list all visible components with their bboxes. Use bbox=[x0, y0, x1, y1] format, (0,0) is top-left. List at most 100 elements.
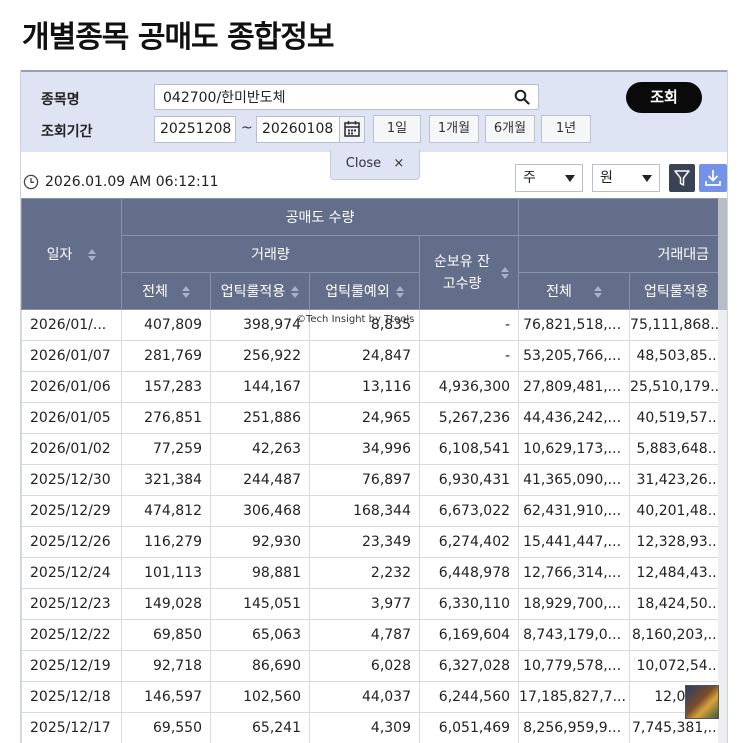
stock-search-input[interactable] bbox=[155, 85, 495, 109]
header-date[interactable]: 일자 bbox=[21, 198, 122, 310]
header-trade-value: 거래대금 bbox=[518, 235, 727, 273]
value-total-cell: 12,766,314,... bbox=[518, 557, 631, 589]
close-panel-button[interactable]: Close × bbox=[330, 150, 420, 180]
volume-total-cell: 157,283 bbox=[121, 371, 211, 403]
value-uptick-applied-cell: 40,519,57... bbox=[629, 402, 727, 434]
search-icon[interactable] bbox=[514, 89, 530, 105]
period-1year-button[interactable]: 1년 bbox=[541, 115, 591, 143]
avatar bbox=[685, 685, 719, 719]
value-total-cell: 17,185,827,7... bbox=[518, 681, 631, 713]
header-volume-total[interactable]: 전체 bbox=[121, 272, 211, 310]
date-cell: 2026/01/... bbox=[21, 309, 122, 341]
volume-uptick-applied-cell: 145,051 bbox=[210, 588, 310, 620]
table-row[interactable]: 2025/12/30 321,384 244,487 76,897 6,930,431 4… bbox=[21, 464, 727, 496]
date-cell: 2026/01/06 bbox=[21, 371, 122, 403]
end-date-input[interactable]: 20260108 bbox=[256, 116, 340, 143]
volume-total-cell: 149,028 bbox=[121, 588, 211, 620]
stock-name-label: 종목명 bbox=[41, 92, 80, 108]
table-row[interactable]: 2025/12/17 69,550 65,241 4,309 6,051,469 8,25… bbox=[21, 712, 727, 743]
sort-icon bbox=[88, 249, 97, 261]
value-uptick-applied-cell: 5,883,648... bbox=[629, 433, 727, 465]
filter-icon bbox=[674, 170, 690, 186]
volume-total-cell: 474,812 bbox=[121, 495, 211, 527]
volume-uptick-exempt-cell: 13,116 bbox=[309, 371, 420, 403]
date-cell: 2025/12/23 bbox=[21, 588, 122, 620]
header-blank bbox=[518, 198, 727, 236]
value-total-cell: 8,256,959,9... bbox=[518, 712, 631, 743]
download-button[interactable] bbox=[699, 164, 727, 192]
table-row[interactable]: 2026/01/02 77,259 42,263 34,996 6,108,541 10,… bbox=[21, 433, 727, 465]
volume-uptick-applied-cell: 256,922 bbox=[210, 340, 310, 372]
volume-uptick-applied-cell: 65,241 bbox=[210, 712, 310, 743]
net-balance-cell: 6,330,110 bbox=[418, 588, 520, 620]
table-row[interactable]: 2025/12/26 116,279 92,930 23,349 6,274,402 15… bbox=[21, 526, 727, 558]
period-1month-button[interactable]: 1개월 bbox=[429, 115, 479, 143]
value-total-cell: 10,629,173,... bbox=[518, 433, 631, 465]
net-balance-cell: 6,673,022 bbox=[418, 495, 520, 527]
header-value-uptick-applied[interactable]: 업틱룰적용 bbox=[629, 272, 727, 310]
sort-icon bbox=[593, 286, 602, 298]
value-total-cell: 15,441,447,... bbox=[518, 526, 631, 558]
volume-uptick-applied-cell: 398,974 bbox=[210, 309, 310, 341]
volume-uptick-applied-cell: 251,886 bbox=[210, 402, 310, 434]
volume-total-cell: 146,597 bbox=[121, 681, 211, 713]
table-row[interactable]: 2025/12/23 149,028 145,051 3,977 6,330,110 18… bbox=[21, 588, 727, 620]
currency-select-value: 원 bbox=[600, 170, 613, 186]
header-value-total[interactable]: 전체 bbox=[518, 272, 631, 310]
table-row[interactable]: 2026/01/06 157,283 144,167 13,116 4,936,300 2… bbox=[21, 371, 727, 403]
calendar-icon bbox=[344, 121, 360, 137]
filter-button[interactable] bbox=[669, 164, 695, 192]
volume-uptick-exempt-cell: 168,344 bbox=[309, 495, 420, 527]
volume-uptick-exempt-cell: 23,349 bbox=[309, 526, 420, 558]
calendar-button[interactable] bbox=[339, 116, 365, 143]
table-row[interactable]: 2026/01/05 276,851 251,886 24,965 5,267,236 4… bbox=[21, 402, 727, 434]
vertical-scrollbar[interactable] bbox=[718, 198, 727, 743]
period-6month-button[interactable]: 6개월 bbox=[485, 115, 535, 143]
volume-uptick-exempt-cell: 24,847 bbox=[309, 340, 420, 372]
period-label: 조회기간 bbox=[41, 124, 93, 140]
table-row[interactable]: 2025/12/19 92,718 86,690 6,028 6,327,028 10,7… bbox=[21, 650, 727, 682]
table-body: 2026/01/... 407,809 398,974 8,835-76,821,51… bbox=[21, 309, 727, 743]
header-volume-uptick-exempt[interactable]: 업틱룰예외 bbox=[309, 272, 420, 310]
table-row[interactable]: 2025/12/22 69,850 65,063 4,787 6,169,604 8,74… bbox=[21, 619, 727, 651]
net-balance-cell: 6,930,431 bbox=[418, 464, 520, 496]
table-row[interactable]: 2025/12/29 474,812 306,468 168,344 6,673,022… bbox=[21, 495, 727, 527]
net-balance-cell: - bbox=[418, 309, 520, 341]
unit-select[interactable]: 주 bbox=[515, 164, 583, 192]
value-total-cell: 8,743,179,0... bbox=[518, 619, 631, 651]
volume-total-cell: 276,851 bbox=[121, 402, 211, 434]
table-row[interactable]: 2025/12/18 146,597 102,560 44,037 6,244,560 1… bbox=[21, 681, 727, 713]
volume-uptick-applied-cell: 98,881 bbox=[210, 557, 310, 589]
query-button[interactable]: 조회 bbox=[626, 82, 702, 113]
date-cell: 2025/12/24 bbox=[21, 557, 122, 589]
date-separator: ~ bbox=[241, 120, 253, 136]
volume-uptick-exempt-cell: 4,309 bbox=[309, 712, 420, 743]
close-label: Close bbox=[345, 156, 382, 171]
start-date-input[interactable]: 20251208 bbox=[154, 116, 236, 143]
value-uptick-applied-cell: 75,111,868... bbox=[629, 309, 727, 341]
date-cell: 2025/12/17 bbox=[21, 712, 122, 743]
volume-uptick-applied-cell: 65,063 bbox=[210, 619, 310, 651]
period-1day-button[interactable]: 1일 bbox=[373, 115, 421, 143]
volume-uptick-exempt-cell: 2,232 bbox=[309, 557, 420, 589]
net-balance-cell: 6,327,028 bbox=[418, 650, 520, 682]
volume-uptick-exempt-cell: 4,787 bbox=[309, 619, 420, 651]
currency-select[interactable]: 원 bbox=[592, 164, 660, 192]
value-uptick-applied-cell: 10,072,54... bbox=[629, 650, 727, 682]
net-balance-cell: 6,051,469 bbox=[418, 712, 520, 743]
header-volume: 거래량 bbox=[121, 235, 420, 273]
value-total-cell: 62,431,910,... bbox=[518, 495, 631, 527]
date-cell: 2025/12/22 bbox=[21, 619, 122, 651]
volume-total-cell: 407,809 bbox=[121, 309, 211, 341]
date-cell: 2025/12/18 bbox=[21, 681, 122, 713]
header-volume-uptick-applied[interactable]: 업틱룰적용 bbox=[210, 272, 310, 310]
header-net-balance[interactable]: 순보유 잔고수량 bbox=[418, 235, 520, 310]
scrollbar-thumb[interactable] bbox=[718, 198, 727, 310]
table-row[interactable]: 2026/01/07 281,769 256,922 24,847-53,205,76… bbox=[21, 340, 727, 372]
volume-total-cell: 281,769 bbox=[121, 340, 211, 372]
value-uptick-applied-cell: 12,484,43... bbox=[629, 557, 727, 589]
table-row[interactable]: 2025/12/24 101,113 98,881 2,232 6,448,978 12,… bbox=[21, 557, 727, 589]
date-cell: 2025/12/19 bbox=[21, 650, 122, 682]
net-balance-cell: 6,169,604 bbox=[418, 619, 520, 651]
volume-uptick-exempt-cell: 34,996 bbox=[309, 433, 420, 465]
